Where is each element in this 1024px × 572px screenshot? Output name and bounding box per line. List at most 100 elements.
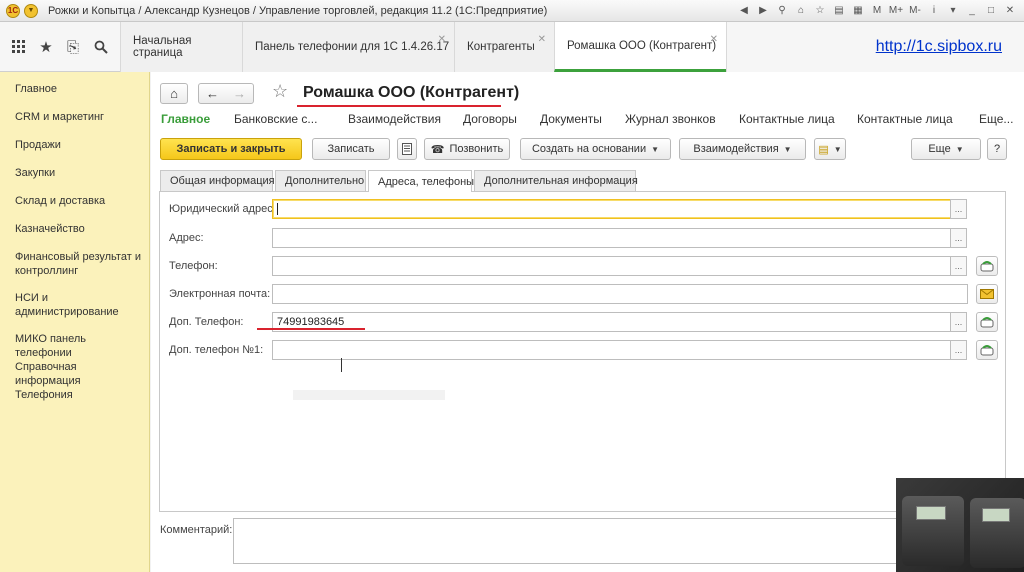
favorites-icon[interactable]: ☆ xyxy=(812,3,828,18)
sidebar-item-nsi-admin[interactable]: НСИ и администрирование xyxy=(15,291,145,319)
extra-phone-1-select-button[interactable]: ... xyxy=(950,340,967,360)
tab-additional-info[interactable]: Дополнительная информация xyxy=(474,170,638,191)
address-input[interactable] xyxy=(272,228,952,248)
forward-icon[interactable]: ▶ xyxy=(755,3,771,18)
tab-label: Контрагенты xyxy=(467,41,535,53)
memory-plus-icon[interactable]: M+ xyxy=(888,3,904,18)
legal-address-select-button[interactable]: ... xyxy=(950,199,967,219)
print-report-button[interactable] xyxy=(397,138,417,160)
phone-handset-icon xyxy=(980,345,994,356)
phone-red-underline xyxy=(257,328,365,330)
close-icon[interactable]: ✕ xyxy=(1002,3,1018,18)
sidebar-item-financial-result[interactable]: Финансовый результат и контроллинг xyxy=(15,250,145,278)
panel-link-contracts[interactable]: Договоры xyxy=(463,112,517,126)
sidebar-item-sales[interactable]: Продажи xyxy=(15,138,145,152)
call-button-label: Позвонить xyxy=(449,143,504,155)
more-label: Еще xyxy=(928,143,951,155)
sidebar-item-reference-info[interactable]: Справочная информация xyxy=(15,360,145,388)
interactions-button[interactable]: Взаимодействия ▼ xyxy=(679,138,806,160)
panel-link-call-log[interactable]: Журнал звонков xyxy=(625,112,716,126)
tab-romashka-counterparty[interactable]: Ромашка ООО (Контрагент) ✕ xyxy=(554,22,726,72)
sidebar-item-treasury[interactable]: Казначейство xyxy=(15,222,145,236)
sections-bar: ★ ⎘ Начальная страница Панель телефонии … xyxy=(0,22,1024,72)
tab-home-page[interactable]: Начальная страница xyxy=(120,22,242,72)
panel-link-main[interactable]: Главное xyxy=(161,112,210,126)
ip-phone-image xyxy=(902,496,964,566)
extra-phone-1-label: Доп. телефон №1: xyxy=(169,344,264,356)
title-red-underline xyxy=(297,105,501,107)
legal-address-input[interactable] xyxy=(272,199,952,219)
main-menu-icon[interactable]: ▼ xyxy=(24,3,38,18)
tab-close-icon[interactable]: ✕ xyxy=(438,34,446,45)
window-title: Рожки и Копытца / Александр Кузнецов / У… xyxy=(48,4,548,17)
chevron-down-icon: ▼ xyxy=(783,144,792,154)
phone-input[interactable] xyxy=(272,256,952,276)
phone-label: Телефон: xyxy=(169,260,218,272)
extra-phone-select-button[interactable]: ... xyxy=(950,312,967,332)
sidebar-item-telephony[interactable]: Телефония xyxy=(15,388,145,402)
extra-phone-call-button[interactable] xyxy=(976,312,998,332)
page-title: Ромашка ООО (Контрагент) xyxy=(303,84,520,101)
help-button[interactable]: ? xyxy=(987,138,1007,160)
info-icon[interactable]: i xyxy=(926,3,942,18)
extra-phone-1-input[interactable] xyxy=(272,340,952,360)
favorite-star-icon[interactable]: ☆ xyxy=(272,81,288,102)
panel-link-documents[interactable]: Документы xyxy=(540,112,602,126)
panel-link-more[interactable]: Еще... xyxy=(979,112,1013,126)
phone-select-button[interactable]: ... xyxy=(950,256,967,276)
tab-addresses-phones[interactable]: Адреса, телефоны xyxy=(368,170,474,192)
legal-address-label: Юридический адрес: xyxy=(169,203,276,215)
search-icon[interactable] xyxy=(92,38,110,56)
sidebar-item-warehouse[interactable]: Склад и доставка xyxy=(15,194,145,208)
maximize-icon[interactable]: □ xyxy=(983,3,999,18)
minimize-icon[interactable]: _ xyxy=(964,3,980,18)
save-and-close-button[interactable]: Записать и закрыть xyxy=(160,138,302,160)
calculator-icon[interactable]: ▦ xyxy=(850,3,866,18)
tab-close-icon[interactable]: ✕ xyxy=(538,34,546,45)
tab-additional[interactable]: Дополнительно xyxy=(275,170,366,191)
sidebar-item-purchases[interactable]: Закупки xyxy=(15,166,145,180)
tab-label: Панель телефонии для 1С 1.4.26.17 xyxy=(255,41,450,53)
extra-phone-1-call-button[interactable] xyxy=(976,340,998,360)
memory-minus-icon[interactable]: M- xyxy=(907,3,923,18)
tab-close-icon[interactable]: ✕ xyxy=(710,34,718,45)
attach-files-button[interactable]: ▤ ▼ xyxy=(814,138,846,160)
history-nav: ← → xyxy=(198,83,254,104)
site-link[interactable]: http://1c.sipbox.ru xyxy=(876,38,1002,56)
email-input[interactable] xyxy=(272,284,968,304)
tab-general-info[interactable]: Общая информация xyxy=(160,170,275,191)
sidebar-item-miko-panel[interactable]: МИКО панель телефонии xyxy=(15,332,145,360)
forward-arrow-icon[interactable]: → xyxy=(233,86,246,101)
link-icon[interactable]: ⚲ xyxy=(774,3,790,18)
back-icon[interactable]: ◀ xyxy=(736,3,752,18)
tab-label: Начальная страница xyxy=(133,35,192,59)
back-arrow-icon[interactable]: ← xyxy=(206,86,219,101)
home-icon[interactable]: ⌂ xyxy=(793,3,809,18)
save-button[interactable]: Записать xyxy=(312,138,390,160)
memory-icon[interactable]: M xyxy=(869,3,885,18)
favorites-star-icon[interactable]: ★ xyxy=(37,38,55,56)
create-based-on-button[interactable]: Создать на основании ▼ xyxy=(520,138,671,160)
panel-link-bank-accounts[interactable]: Банковские с... xyxy=(234,112,317,126)
send-email-button[interactable] xyxy=(976,284,998,304)
sidebar-item-crm[interactable]: CRM и маркетинг xyxy=(15,110,145,124)
panel-link-contacts-2[interactable]: Контактные лица xyxy=(857,112,953,126)
panel-link-interactions[interactable]: Взаимодействия xyxy=(348,112,441,126)
tab-telephony-panel[interactable]: Панель телефонии для 1С 1.4.26.17 ✕ xyxy=(242,22,454,72)
home-button[interactable]: ⌂ xyxy=(160,83,188,104)
tab-counterparties[interactable]: Контрагенты ✕ xyxy=(454,22,554,72)
history-icon[interactable]: ▤ xyxy=(831,3,847,18)
sidebar-item-main[interactable]: Главное xyxy=(15,82,145,96)
settings-icon[interactable]: ▾ xyxy=(945,3,961,18)
sections-grid-icon[interactable] xyxy=(10,38,28,56)
call-button[interactable]: ☎ Позвонить xyxy=(424,138,510,160)
app-logo-icon[interactable]: 1С xyxy=(6,3,20,18)
address-select-button[interactable]: ... xyxy=(950,228,967,248)
more-button[interactable]: Еще ▼ xyxy=(911,138,981,160)
phone-call-button[interactable] xyxy=(976,256,998,276)
email-label: Электронная почта: xyxy=(169,288,271,300)
extra-phone-input[interactable]: 74991983645 xyxy=(272,312,952,332)
history-icon[interactable]: ⎘ xyxy=(64,38,82,56)
panel-link-contacts[interactable]: Контактные лица xyxy=(739,112,835,126)
document-list-icon xyxy=(402,143,412,155)
